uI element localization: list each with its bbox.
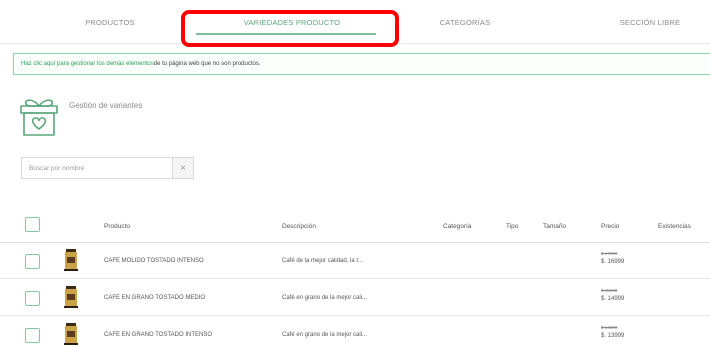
highlight-annotation bbox=[181, 10, 399, 47]
product-thumbnail bbox=[64, 286, 78, 308]
tab-productos[interactable]: PRODUCTOS bbox=[55, 0, 165, 44]
column-header-producto: Producto bbox=[104, 223, 131, 230]
close-icon: × bbox=[180, 162, 186, 174]
table-row[interactable]: CAFE EN GRANO TOSTADO INTENSO Café en gr… bbox=[0, 317, 710, 347]
price-new: $. 16999 bbox=[601, 259, 625, 265]
product-description: Café en grano de la mejor cali... bbox=[282, 295, 368, 301]
row-checkbox[interactable] bbox=[25, 254, 40, 269]
column-header-tipo: Tipo bbox=[506, 223, 519, 230]
product-thumbnail bbox=[64, 249, 78, 271]
column-header-descripcion: Descripción bbox=[282, 223, 316, 230]
price-old: $ 17500 bbox=[601, 251, 618, 256]
table-row[interactable]: CAFE EN GRANO TOSTADO MEDIO Café en gran… bbox=[0, 280, 710, 316]
search-input[interactable]: Buscar por nombre bbox=[21, 157, 173, 179]
product-name: CAFE EN GRANO TOSTADO INTENSO bbox=[104, 332, 213, 338]
price-old: $ 14500 bbox=[601, 325, 618, 330]
price-old: $ 15500 bbox=[601, 288, 618, 293]
clear-search-button[interactable]: × bbox=[172, 157, 194, 179]
info-banner-text: de tu página web que no son productos. bbox=[153, 61, 261, 67]
table-header: Producto Descripción Categoría Tipo Tama… bbox=[0, 210, 710, 243]
product-price: $ 14500 $. 13999 bbox=[601, 324, 624, 340]
gift-icon bbox=[20, 99, 58, 136]
price-new: $. 13999 bbox=[601, 333, 625, 339]
select-all-checkbox[interactable] bbox=[25, 217, 40, 232]
tab-bar: PRODUCTOS VARIEDADES PRODUCTO CATEGORÍAS… bbox=[0, 0, 710, 47]
column-header-tamano: Tamaño bbox=[543, 223, 567, 230]
column-header-categoria: Categoría bbox=[443, 223, 472, 230]
product-name: CAFE MOLIDO TOSTADO INTENSO bbox=[104, 258, 204, 264]
product-description: Café en grano de la mejor cali... bbox=[282, 332, 368, 338]
row-checkbox[interactable] bbox=[25, 291, 40, 306]
product-price: $ 17500 $. 16999 bbox=[601, 250, 624, 266]
product-thumbnail bbox=[64, 323, 78, 345]
row-checkbox[interactable] bbox=[25, 328, 40, 343]
product-description: Café de la mejor calidad, la t... bbox=[282, 258, 364, 264]
tab-categorias[interactable]: CATEGORÍAS bbox=[410, 0, 520, 44]
column-header-existencias: Existencias bbox=[658, 223, 691, 230]
product-price: $ 15500 $. 14999 bbox=[601, 287, 624, 303]
product-name: CAFE EN GRANO TOSTADO MEDIO bbox=[104, 295, 206, 301]
tab-seccion-libre[interactable]: SECCIÓN LIBRE bbox=[595, 0, 705, 44]
column-header-precio: Precio bbox=[601, 223, 620, 230]
manage-elements-link[interactable]: Haz clic aquí para gestionar los demás e… bbox=[21, 61, 154, 67]
section-title: Gestión de variantes bbox=[69, 101, 143, 110]
table-row[interactable]: CAFE MOLIDO TOSTADO INTENSO Café de la m… bbox=[0, 243, 710, 279]
price-new: $. 14999 bbox=[601, 296, 625, 302]
info-banner: Haz clic aquí para gestionar los demás e… bbox=[13, 53, 710, 75]
